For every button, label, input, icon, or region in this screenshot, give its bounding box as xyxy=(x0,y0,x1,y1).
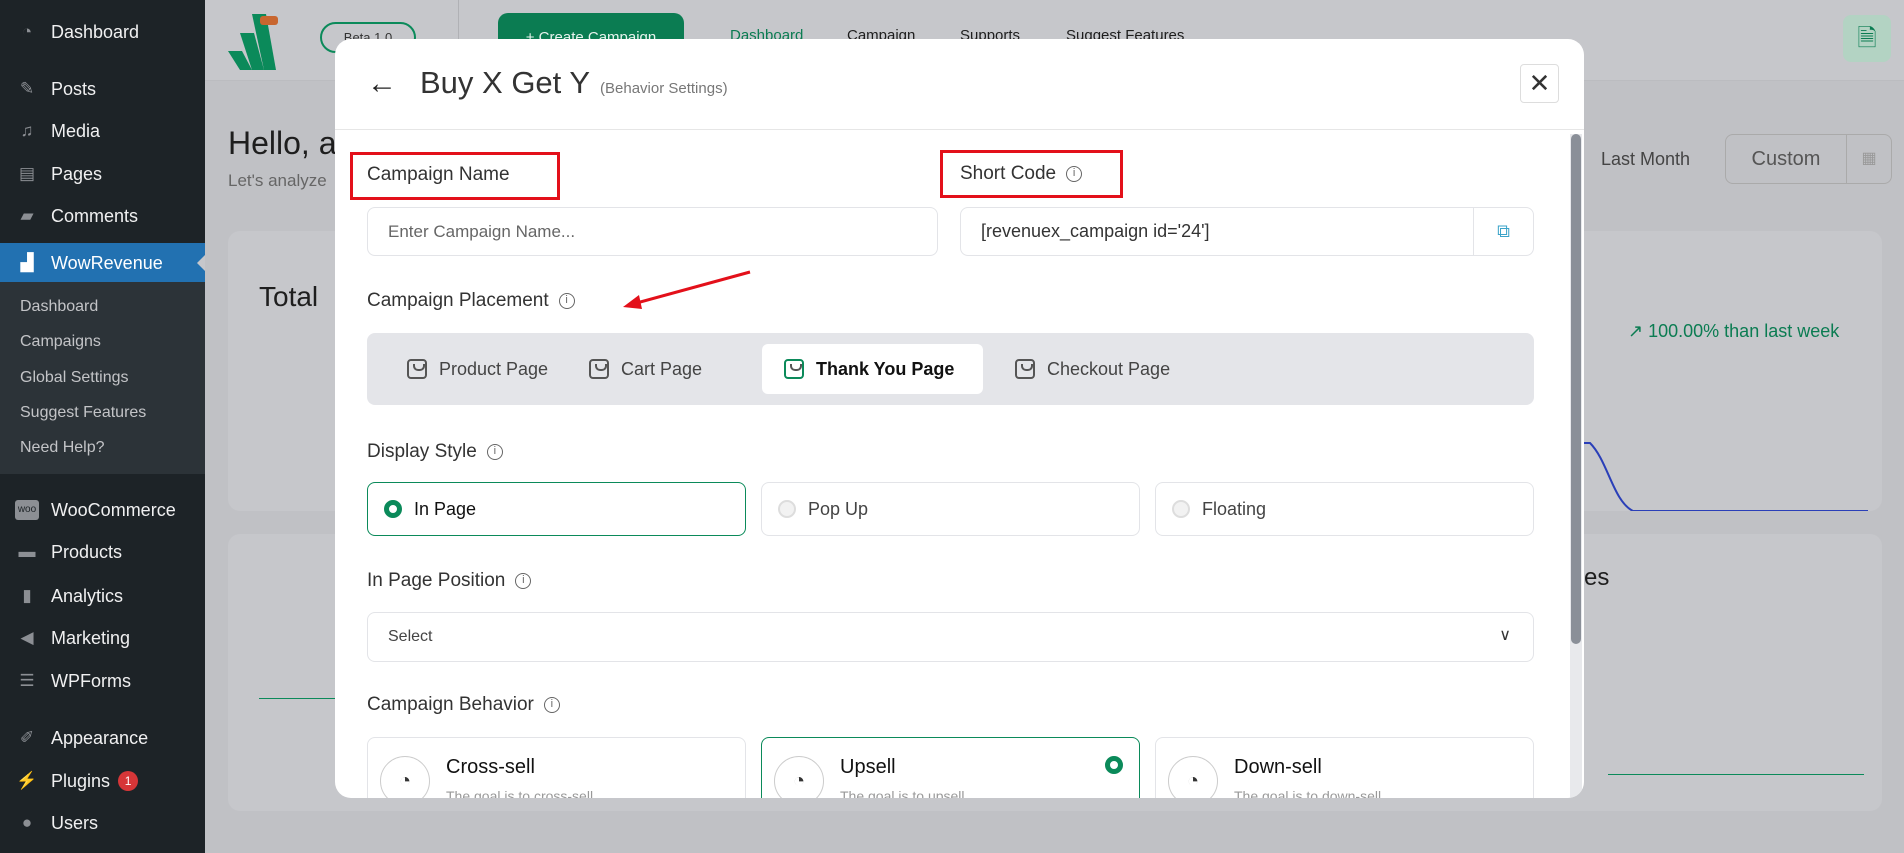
shopping-bag-icon xyxy=(1015,359,1035,379)
wp-admin-sidebar: ◔ Dashboard ✎ Posts ♫ Media ▤ Pages ▰ Comment… xyxy=(0,0,205,853)
radio[interactable] xyxy=(778,500,796,518)
calendar-icon: ▦ xyxy=(1846,135,1891,183)
submenu-global-settings[interactable]: Global Settings xyxy=(20,369,129,387)
greeting: Hello, a xyxy=(228,125,337,161)
close-button[interactable]: ✕ xyxy=(1520,64,1559,103)
placement-label: Campaign Placement i xyxy=(367,290,575,312)
submenu-campaigns[interactable]: Campaigns xyxy=(20,333,101,351)
pages-icon: ▤ xyxy=(18,164,36,183)
campaign-name-input[interactable]: Enter Campaign Name... xyxy=(367,207,938,256)
info-icon: i xyxy=(558,293,575,309)
shopping-bag-icon xyxy=(589,359,609,379)
wowrevenue-logo xyxy=(228,14,278,70)
sidebar-item-plugins[interactable]: ⚡ Plugins 1 xyxy=(0,761,205,801)
behavior-card-down-sell[interactable]: ◔ Down-sell The goal is to down-sell xyxy=(1155,737,1534,798)
pie-chart-icon: ◔ xyxy=(1168,756,1218,798)
display-style-label: Display Style i xyxy=(367,441,503,463)
sidebar-item-dashboard[interactable]: ◔ Dashboard xyxy=(0,12,205,52)
brush-icon: ✐ xyxy=(19,728,35,747)
document-icon[interactable]: 🗎 xyxy=(1843,15,1891,62)
woo-icon: woo xyxy=(15,500,39,520)
sidebar-item-wowrevenue[interactable]: ▟ WowRevenue xyxy=(0,243,205,283)
radio[interactable] xyxy=(1172,500,1190,518)
shopping-bag-icon xyxy=(784,359,804,379)
display-option-pop-up[interactable]: Pop Up xyxy=(761,482,1140,536)
pie-chart-icon: ◔ xyxy=(774,756,824,798)
trend-line xyxy=(1578,442,1868,511)
short-code-input[interactable]: [revenuex_campaign id='24'] ⧉ xyxy=(960,207,1534,256)
sidebar-item-comments[interactable]: ▰ Comments xyxy=(0,196,205,236)
chart-line xyxy=(1608,774,1864,775)
sidebar-item-posts[interactable]: ✎ Posts xyxy=(0,69,205,109)
pin-icon: ✎ xyxy=(19,79,35,98)
submenu-dashboard[interactable]: Dashboard xyxy=(20,298,98,316)
sidebar-item-appearance[interactable]: ✐ Appearance xyxy=(0,718,205,758)
trend-chart xyxy=(1578,442,1868,511)
active-pointer xyxy=(189,255,205,271)
tab-checkout-page[interactable]: Checkout Page xyxy=(993,344,1192,394)
copy-icon[interactable]: ⧉ xyxy=(1473,208,1533,255)
tab-cart-page[interactable]: Cart Page xyxy=(567,344,724,394)
sidebar-item-products[interactable]: ▬ Products xyxy=(0,532,205,572)
scrollbar-track[interactable] xyxy=(1570,134,1582,798)
info-icon: i xyxy=(543,697,560,713)
highlight-box xyxy=(940,150,1123,198)
media-icon: ♫ xyxy=(20,121,34,140)
display-option-floating[interactable]: Floating xyxy=(1155,482,1534,536)
user-icon: ● xyxy=(21,813,33,832)
update-count-badge: 1 xyxy=(118,771,139,791)
sidebar-item-media[interactable]: ♫ Media xyxy=(0,111,205,151)
submenu-suggest-features[interactable]: Suggest Features xyxy=(20,404,146,422)
sidebar-item-woocommerce[interactable]: woo WooCommerce xyxy=(0,490,205,530)
bar-chart-icon: ▮ xyxy=(22,586,32,605)
greeting-subtitle: Let's analyze xyxy=(228,171,327,190)
sidebar-item-marketing[interactable]: ◀ Marketing xyxy=(0,618,205,658)
sidebar-item-wpforms[interactable]: ☰ WPForms xyxy=(0,661,205,701)
scrollbar-thumb[interactable] xyxy=(1571,134,1581,644)
behavior-card-cross-sell[interactable]: ◔ Cross-sell The goal is to cross-sell xyxy=(367,737,746,798)
modal-subtitle: (Behavior Settings) xyxy=(600,80,728,97)
box-icon: ▬ xyxy=(18,542,36,561)
radio-selected[interactable] xyxy=(384,500,402,518)
highlight-box xyxy=(350,152,560,200)
behavior-card-upsell[interactable]: ◔ Upsell The goal is to upsell xyxy=(761,737,1140,798)
plug-icon: ⚡ xyxy=(16,771,38,790)
card-title: Total xyxy=(259,281,319,312)
chart-line xyxy=(259,698,339,699)
trend-up-icon: ↗ xyxy=(1628,321,1644,341)
display-option-in-page[interactable]: In Page xyxy=(367,482,746,536)
info-icon: i xyxy=(515,573,532,589)
tab-thank-you-page[interactable]: Thank You Page xyxy=(762,344,983,394)
radio-selected[interactable] xyxy=(1105,756,1123,774)
chevron-down-icon: ∨ xyxy=(1499,627,1511,644)
pie-chart-icon: ◔ xyxy=(380,756,430,798)
dashboard-icon: ◔ xyxy=(21,22,33,41)
in-page-position-select[interactable]: Select ∨ xyxy=(367,612,1534,662)
sidebar-item-users[interactable]: ● Users xyxy=(0,803,205,843)
card-title: es xyxy=(1584,564,1610,591)
header-divider xyxy=(335,129,1584,130)
wowrevenue-icon: ▟ xyxy=(20,253,34,272)
shopping-bag-icon xyxy=(407,359,427,379)
submenu-need-help[interactable]: Need Help? xyxy=(20,439,105,457)
megaphone-icon: ◀ xyxy=(20,628,34,647)
back-arrow-icon[interactable]: ← xyxy=(367,67,397,101)
modal-title: Buy X Get Y xyxy=(420,65,591,100)
form-icon: ☰ xyxy=(19,671,35,690)
sidebar-item-analytics[interactable]: ▮ Analytics xyxy=(0,576,205,616)
sidebar-item-pages[interactable]: ▤ Pages xyxy=(0,154,205,194)
wowrevenue-submenu: Dashboard Campaigns Global Settings Sugg… xyxy=(0,282,205,474)
campaign-behavior-label: Campaign Behavior i xyxy=(367,694,560,716)
tab-product-page[interactable]: Product Page xyxy=(385,344,570,394)
in-page-position-label: In Page Position i xyxy=(367,570,532,592)
custom-date-filter[interactable]: Custom ▦ xyxy=(1725,134,1892,184)
last-month-filter[interactable]: Last Month xyxy=(1601,149,1690,170)
info-icon: i xyxy=(486,444,503,460)
campaign-settings-modal: ← Buy X Get Y (Behavior Settings) ✕ Camp… xyxy=(335,39,1584,798)
trend-text: ↗ 100.00% than last week xyxy=(1628,321,1840,341)
comment-icon: ▰ xyxy=(20,206,34,225)
red-arrow-annotation xyxy=(623,270,751,309)
